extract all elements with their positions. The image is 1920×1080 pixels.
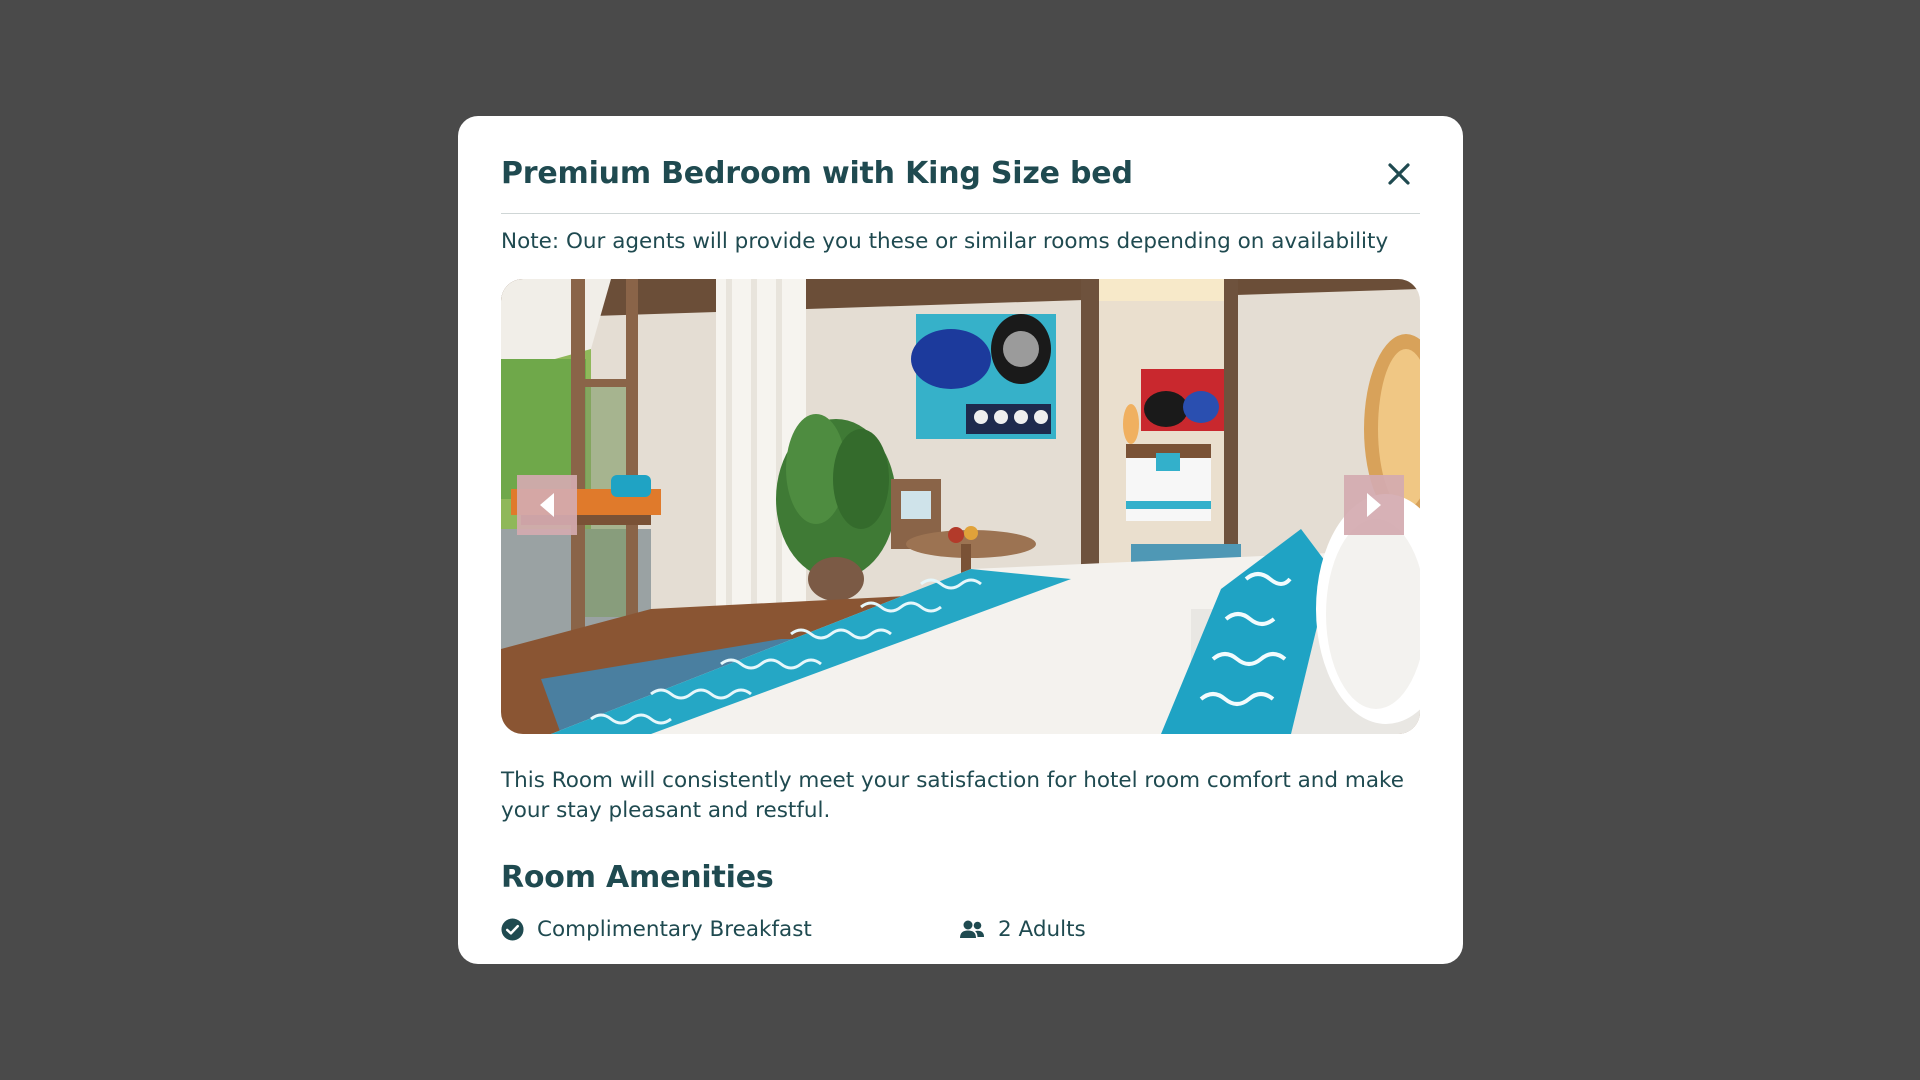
- room-description: This Room will consistently meet your sa…: [501, 768, 1404, 823]
- modal-title: Premium Bedroom with King Size bed: [501, 156, 1133, 191]
- close-button[interactable]: [1382, 157, 1416, 191]
- room-details-modal: Premium Bedroom with King Size bed Note:…: [458, 116, 1463, 964]
- amenities-list: Complimentary Breakfast 2 Adults: [501, 917, 1420, 942]
- availability-note: Note: Our agents will provide you these …: [501, 229, 1389, 254]
- next-image-button[interactable]: [1344, 475, 1404, 535]
- previous-image-button[interactable]: [517, 475, 577, 535]
- amenity-label: Complimentary Breakfast: [537, 917, 812, 942]
- caret-right-icon: [1367, 493, 1381, 517]
- check-circle-icon: [501, 918, 524, 941]
- users-icon: [959, 920, 985, 940]
- amenities-heading: Room Amenities: [501, 860, 774, 895]
- amenity-item: Complimentary Breakfast: [501, 917, 959, 942]
- close-icon: [1388, 162, 1410, 185]
- amenity-label: 2 Adults: [998, 917, 1086, 942]
- room-image-gallery: [501, 279, 1420, 734]
- amenity-item: 2 Adults: [959, 917, 1086, 942]
- caret-left-icon: [540, 493, 554, 517]
- modal-header: Premium Bedroom with King Size bed: [501, 116, 1420, 214]
- room-photo: [501, 279, 1420, 734]
